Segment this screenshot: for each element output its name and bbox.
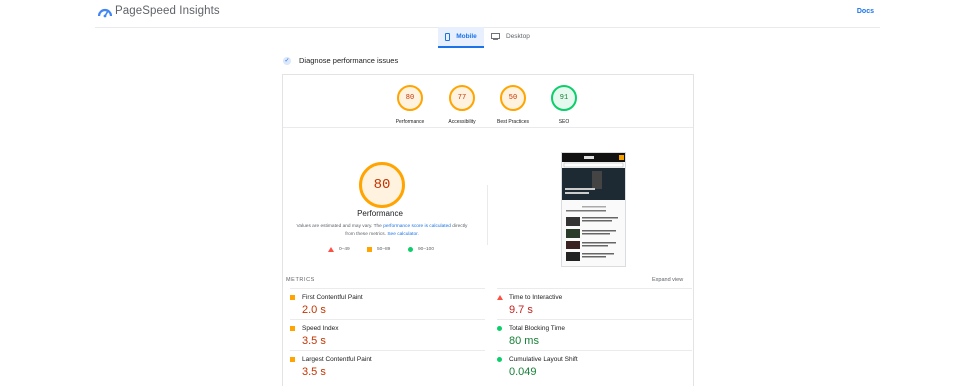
expand-view-toggle[interactable]: Expand view bbox=[652, 277, 683, 283]
gauge-seo[interactable]: 91 SEO bbox=[545, 85, 583, 125]
square-icon bbox=[367, 247, 372, 252]
gauge-performance-score: 80 bbox=[397, 85, 423, 111]
metric-value: 3.5 s bbox=[302, 366, 326, 378]
metric-cumulative-layout-shift: Cumulative Layout Shift 0.049 bbox=[497, 350, 692, 386]
metric-name: Speed Index bbox=[302, 325, 339, 332]
metrics-heading: METRICS bbox=[286, 277, 315, 283]
gauge-best-practices-label: Best Practices bbox=[497, 119, 529, 125]
circle-icon bbox=[497, 326, 502, 331]
metric-name: Total Blocking Time bbox=[509, 325, 565, 332]
metric-first-contentful-paint: First Contentful Paint 2.0 s bbox=[290, 288, 485, 321]
legend-average: 50–89 bbox=[367, 247, 390, 252]
diagnose-heading: ✓ Diagnose performance issues bbox=[283, 56, 398, 65]
metric-value: 2.0 s bbox=[302, 304, 326, 316]
see-calculator-link[interactable]: See calculator. bbox=[387, 232, 418, 237]
metric-largest-contentful-paint: Largest Contentful Paint 3.5 s bbox=[290, 350, 485, 386]
gauge-performance-label: Performance bbox=[395, 119, 425, 125]
top-bar: PageSpeed Insights Docs bbox=[95, 0, 880, 28]
pagespeed-logo-icon bbox=[98, 8, 112, 18]
performance-gauge: 80 bbox=[359, 162, 405, 208]
gauge-performance[interactable]: 80 Performance bbox=[391, 85, 429, 125]
legend-average-label: 50–89 bbox=[377, 247, 391, 252]
circle-icon bbox=[408, 247, 413, 252]
metric-value: 9.7 s bbox=[509, 304, 533, 316]
legend-pass-label: 90–100 bbox=[418, 247, 435, 252]
legend-pass: 90–100 bbox=[408, 247, 434, 252]
metric-name: Time to Interactive bbox=[509, 294, 563, 301]
score-note: Values are estimated and may vary. The p… bbox=[296, 223, 468, 238]
mobile-icon bbox=[445, 32, 451, 41]
tab-desktop[interactable]: Desktop bbox=[491, 27, 541, 46]
docs-link[interactable]: Docs bbox=[857, 8, 874, 15]
metric-name: First Contentful Paint bbox=[302, 294, 363, 301]
brand-title: PageSpeed Insights bbox=[115, 5, 220, 17]
diagnose-label: Diagnose performance issues bbox=[299, 56, 399, 65]
column-divider bbox=[487, 185, 488, 245]
page-screenshot-preview bbox=[561, 152, 626, 267]
square-icon bbox=[290, 295, 295, 300]
metric-name: Largest Contentful Paint bbox=[302, 356, 372, 363]
tab-mobile[interactable]: Mobile bbox=[438, 27, 484, 48]
metric-time-to-interactive: Time to Interactive 9.7 s bbox=[497, 288, 692, 321]
score-calculated-link[interactable]: performance score is calculated bbox=[383, 224, 451, 229]
gauge-best-practices-score: 50 bbox=[500, 85, 526, 111]
tab-desktop-label: Desktop bbox=[506, 33, 530, 40]
metric-total-blocking-time: Total Blocking Time 80 ms bbox=[497, 319, 692, 351]
gauge-accessibility-score: 77 bbox=[449, 85, 475, 111]
triangle-icon bbox=[497, 295, 503, 300]
metric-speed-index: Speed Index 3.5 s bbox=[290, 319, 485, 351]
metric-name: Cumulative Layout Shift bbox=[509, 356, 578, 363]
square-icon bbox=[290, 357, 295, 362]
gauge-accessibility[interactable]: 77 Accessibility bbox=[443, 85, 481, 125]
gauge-best-practices[interactable]: 50 Best Practices bbox=[492, 85, 534, 125]
circle-icon bbox=[497, 357, 502, 362]
gauge-divider bbox=[283, 127, 693, 128]
performance-score: 80 bbox=[373, 177, 391, 193]
metric-value: 0.049 bbox=[509, 366, 537, 378]
legend-fail: 0–49 bbox=[328, 247, 350, 252]
gauge-seo-score: 91 bbox=[551, 85, 577, 111]
square-icon bbox=[290, 326, 295, 331]
metric-value: 3.5 s bbox=[302, 335, 326, 347]
triangle-icon bbox=[328, 247, 334, 252]
legend-fail-label: 0–49 bbox=[339, 247, 350, 252]
metric-value: 80 ms bbox=[509, 335, 539, 347]
gauge-accessibility-label: Accessibility bbox=[448, 119, 476, 125]
tab-mobile-label: Mobile bbox=[456, 33, 477, 40]
note-text-1: Values are estimated and may vary. The bbox=[296, 224, 384, 229]
performance-title: Performance bbox=[357, 209, 403, 218]
screenshot-image bbox=[562, 153, 625, 261]
check-icon: ✓ bbox=[283, 56, 291, 65]
desktop-icon bbox=[491, 33, 500, 40]
gauge-seo-label: SEO bbox=[558, 119, 570, 125]
